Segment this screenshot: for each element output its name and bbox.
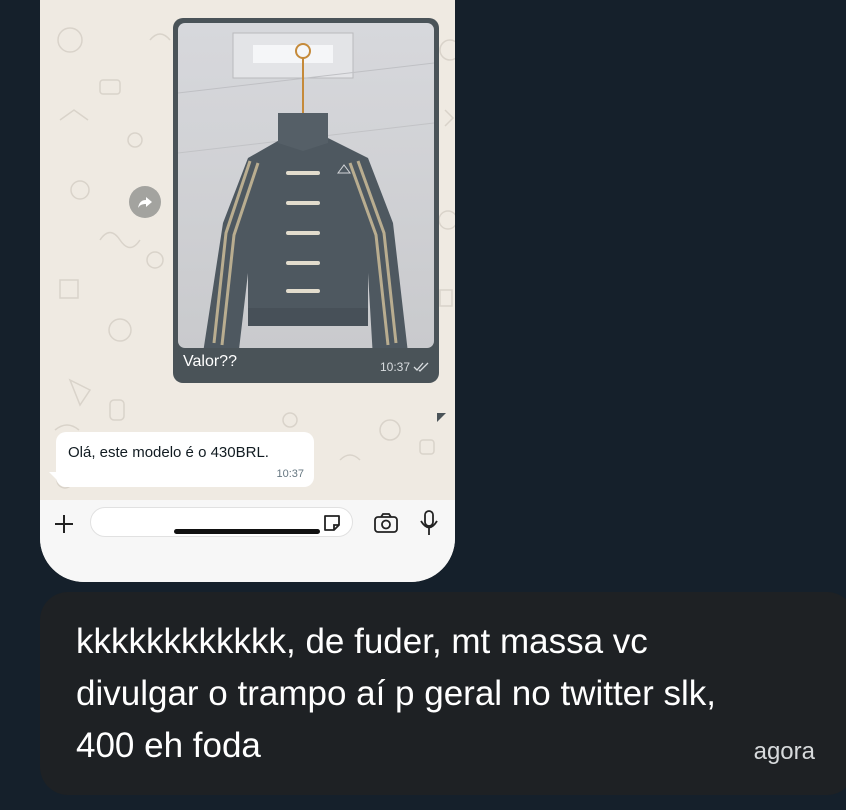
- home-indicator: [174, 529, 320, 534]
- incoming-message-time: 10:37: [276, 468, 304, 480]
- forward-icon: [138, 197, 152, 208]
- image-caption: Valor??: [183, 353, 237, 370]
- image-message-time: 10:37: [379, 360, 410, 374]
- jacket-photo[interactable]: [178, 23, 434, 348]
- plus-icon[interactable]: [52, 512, 76, 536]
- outer-message-bubble[interactable]: kkkkkkkkkkkk, de fuder, mt massa vc divu…: [40, 592, 846, 795]
- double-check-icon: [413, 362, 429, 372]
- outer-message-time: agora: [753, 738, 815, 765]
- forward-button[interactable]: [129, 186, 161, 218]
- message-composer: [40, 500, 455, 582]
- mic-icon[interactable]: [420, 510, 438, 536]
- image-message-meta: 10:37: [380, 360, 429, 374]
- sticker-icon[interactable]: [322, 513, 342, 533]
- image-message-bubble[interactable]: Valor?? 10:37: [173, 18, 446, 422]
- incoming-message-text: Olá, este modelo é o 430BRL.: [68, 444, 269, 461]
- outer-message-text: kkkkkkkkkkkk, de fuder, mt massa vc divu…: [76, 622, 717, 765]
- camera-icon[interactable]: [373, 512, 399, 534]
- incoming-message-bubble[interactable]: Olá, este modelo é o 430BRL. 10:37: [49, 432, 314, 487]
- chat-screenshot: Valor?? 10:37 Olá, este modelo é o 430BR…: [40, 0, 455, 582]
